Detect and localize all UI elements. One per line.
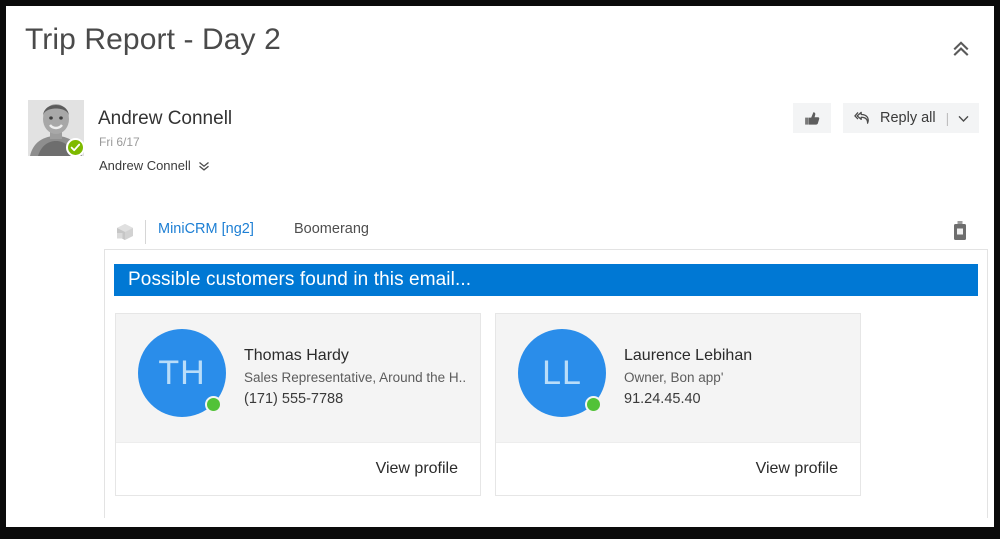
customer-contact: 91.24.45.40 [624, 391, 752, 407]
customer-role: Owner, Bon app' [624, 370, 752, 385]
pin-icon-glyph [950, 219, 970, 243]
list-item[interactable]: LL Laurence Lebihan Owner, Bon app' 91.2… [495, 313, 861, 496]
chevron-down-icon[interactable] [957, 112, 970, 125]
customer-name: Thomas Hardy [244, 347, 466, 365]
sender-name[interactable]: Andrew Connell [98, 108, 232, 130]
page-title: Trip Report - Day 2 [25, 23, 281, 57]
reply-all-button[interactable]: Reply all | [843, 103, 979, 133]
recipient-name: Andrew Connell [99, 158, 191, 173]
divider [145, 220, 146, 244]
avatar: LL [518, 329, 606, 417]
customer-card-footer: View profile [496, 442, 860, 495]
check-icon [70, 142, 81, 153]
status-badge [66, 138, 85, 157]
chevron-double-down-icon [198, 160, 210, 172]
addin-bar: MiniCRM [ng2] Boomerang [6, 212, 994, 250]
recipient-row[interactable]: Andrew Connell [99, 158, 210, 173]
pin-icon[interactable] [950, 219, 970, 243]
reply-all-label: Reply all [880, 110, 936, 126]
status-badge [205, 396, 222, 413]
button-separator: | [946, 110, 950, 126]
thumbs-up-icon [804, 110, 821, 127]
sender-timestamp: Fri 6/17 [99, 135, 140, 149]
avatar[interactable] [28, 100, 84, 156]
status-banner: Possible customers found in this email..… [114, 264, 978, 296]
customer-card-list: TH Thomas Hardy Sales Representative, Ar… [115, 313, 979, 496]
customer-card-body: TH Thomas Hardy Sales Representative, Ar… [116, 314, 480, 442]
view-profile-link[interactable]: View profile [756, 460, 838, 478]
like-button[interactable] [793, 103, 831, 133]
avatar: TH [138, 329, 226, 417]
addin-tab-boomerang[interactable]: Boomerang [294, 221, 369, 237]
message-header: Trip Report - Day 2 [6, 6, 994, 78]
list-item[interactable]: TH Thomas Hardy Sales Representative, Ar… [115, 313, 481, 496]
outlook-reading-pane: Trip Report - Day 2 [6, 6, 994, 527]
status-banner-text: Possible customers found in this email..… [128, 269, 471, 291]
customer-details: Thomas Hardy Sales Representative, Aroun… [226, 329, 466, 407]
status-badge [585, 396, 602, 413]
sender-row: Andrew Connell Fri 6/17 Andrew Connell [6, 78, 994, 188]
customer-contact: (171) 555-7788 [244, 391, 466, 407]
double-chevron-up-icon [951, 39, 971, 59]
addin-tab-minicrm[interactable]: MiniCRM [ng2] [158, 221, 254, 237]
customer-details: Laurence Lebihan Owner, Bon app' 91.24.4… [606, 329, 752, 407]
addin-panel: Possible customers found in this email..… [104, 249, 988, 518]
screenshot-frame: Trip Report - Day 2 [0, 0, 1000, 539]
collapse-all-button[interactable] [944, 32, 978, 66]
cube-icon[interactable] [114, 221, 136, 243]
reply-all-arrow-icon [854, 109, 872, 127]
customer-role: Sales Representative, Around the H.. [244, 370, 466, 385]
customer-name: Laurence Lebihan [624, 347, 752, 365]
customer-card-body: LL Laurence Lebihan Owner, Bon app' 91.2… [496, 314, 860, 442]
view-profile-link[interactable]: View profile [376, 460, 458, 478]
cube-icon-glyph [114, 221, 136, 243]
customer-card-footer: View profile [116, 442, 480, 495]
